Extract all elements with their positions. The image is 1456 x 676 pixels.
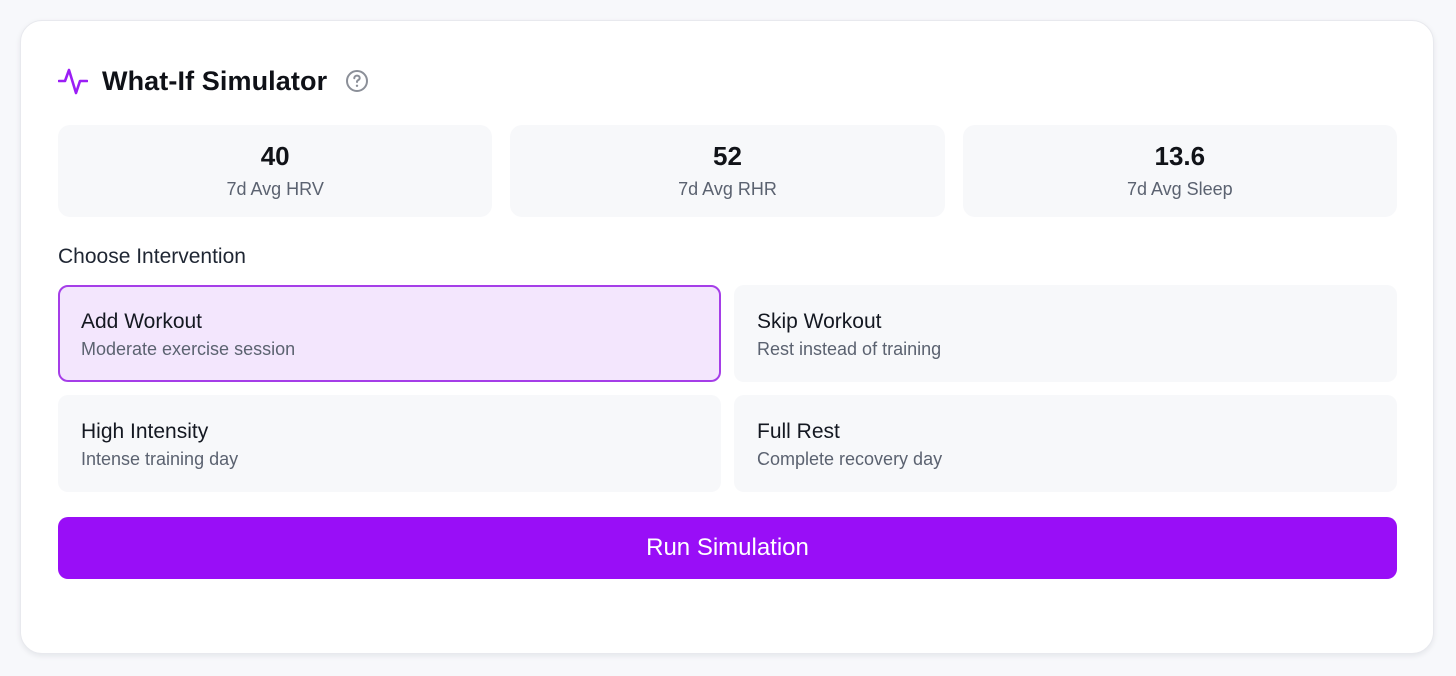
metric-sleep: 13.6 7d Avg Sleep: [962, 125, 1397, 217]
choose-intervention-label: Choose Intervention: [58, 245, 246, 268]
option-skip-workout[interactable]: Skip Workout Rest instead of training: [734, 285, 1397, 382]
option-full-rest[interactable]: Full Rest Complete recovery day: [734, 395, 1397, 492]
metric-value: 40: [260, 140, 290, 171]
metric-label: 7d Avg HRV: [226, 179, 324, 200]
activity-pulse-icon: [58, 66, 88, 96]
option-description: Rest instead of training: [757, 339, 942, 360]
option-add-workout[interactable]: Add Workout Moderate exercise session: [58, 285, 721, 382]
metric-rhr: 52 7d Avg RHR: [510, 125, 945, 217]
question-circle-icon[interactable]: [345, 69, 369, 93]
option-high-intensity[interactable]: High Intensity Intense training day: [58, 395, 721, 492]
option-description: Intense training day: [81, 449, 239, 470]
what-if-simulator-card: What-If Simulator 40 7d Avg HRV 52 7d Av…: [20, 20, 1434, 654]
metrics-row: 40 7d Avg HRV 52 7d Avg RHR 13.6 7d Avg …: [58, 125, 1397, 217]
page-title: What-If Simulator: [102, 65, 328, 96]
metric-hrv: 40 7d Avg HRV: [58, 125, 493, 217]
option-title: Skip Workout: [757, 310, 882, 333]
intervention-options: Add Workout Moderate exercise session Sk…: [58, 285, 1397, 492]
card-header: What-If Simulator: [58, 61, 369, 101]
metric-value: 13.6: [1154, 140, 1206, 171]
metric-label: 7d Avg Sleep: [1126, 179, 1233, 200]
metric-label: 7d Avg RHR: [678, 179, 777, 200]
option-title: Full Rest: [757, 420, 840, 443]
option-title: High Intensity: [81, 420, 209, 443]
metric-value: 52: [713, 140, 742, 171]
option-description: Moderate exercise session: [81, 339, 296, 360]
option-description: Complete recovery day: [757, 449, 943, 470]
run-simulation-button[interactable]: Run Simulation: [58, 517, 1397, 579]
option-title: Add Workout: [81, 310, 203, 333]
